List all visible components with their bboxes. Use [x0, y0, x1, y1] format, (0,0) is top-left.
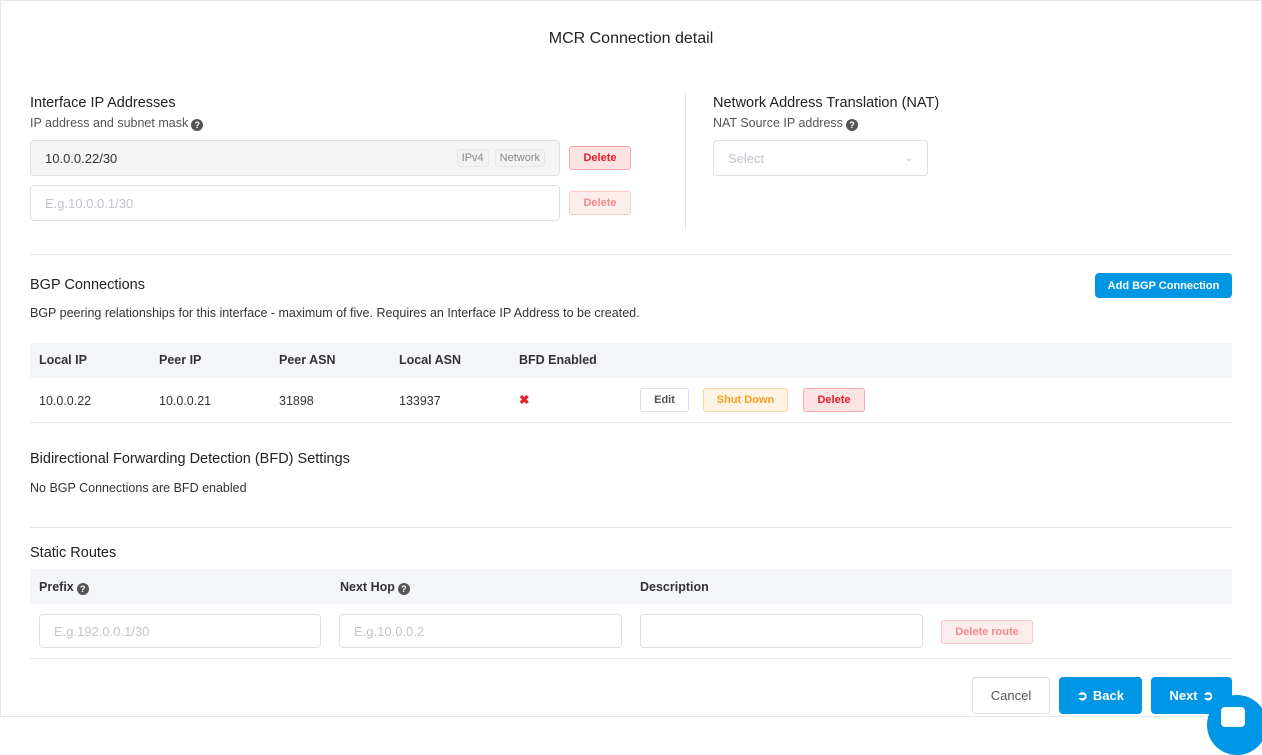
chevron-down-icon: ⌄	[904, 152, 913, 164]
new-ip-input[interactable]: E.g.10.0.0.1/30	[30, 185, 560, 221]
col-prefix: Prefix?	[39, 580, 89, 595]
help-icon[interactable]: ?	[76, 583, 89, 595]
table-row: 10.0.0.22 10.0.0.21 31898 133937 ✖ Edit …	[30, 378, 1232, 423]
cancel-button[interactable]: Cancel	[972, 677, 1050, 714]
bfd-heading: Bidirectional Forwarding Detection (BFD)…	[30, 451, 350, 467]
edit-button[interactable]: Edit	[640, 388, 689, 412]
interface-heading: Interface IP Addresses	[30, 95, 176, 111]
delete-ip-button[interactable]: Delete	[569, 146, 631, 170]
static-table-header: Prefix? Next Hop? Description	[30, 569, 1232, 604]
add-bgp-connection-button[interactable]: Add BGP Connection	[1095, 273, 1232, 298]
ipv4-tag: IPv4	[456, 149, 489, 167]
shut-down-button[interactable]: Shut Down	[703, 388, 788, 412]
back-label: Back	[1092, 688, 1124, 703]
col-peer-asn: Peer ASN	[279, 353, 336, 367]
col-local-ip: Local IP	[39, 353, 87, 367]
interface-sub-label: IP address and subnet mask	[30, 116, 189, 130]
static-routes-heading: Static Routes	[30, 545, 117, 561]
delete-route-button[interactable]: Delete route	[941, 620, 1033, 644]
nat-select[interactable]: Select ⌄	[713, 140, 928, 176]
arrow-right-circle-icon: ➲	[1202, 687, 1214, 703]
arrow-left-circle-icon: ➲	[1077, 687, 1088, 703]
chat-widget-button[interactable]	[1207, 695, 1262, 755]
description-input[interactable]	[640, 614, 923, 648]
page-title: MCR Connection detail	[548, 30, 714, 47]
next-hop-input[interactable]: E.g.10.0.0.2	[339, 614, 622, 648]
bfd-text: No BGP Connections are BFD enabled	[30, 481, 247, 495]
next-label: Next	[1169, 688, 1198, 703]
nat-sub-label: NAT Source IP address	[713, 116, 843, 130]
col-next-hop-label: Next Hop	[340, 580, 395, 594]
interface-sub: IP address and subnet mask?	[30, 116, 204, 131]
col-prefix-label: Prefix	[39, 580, 74, 594]
help-icon[interactable]: ?	[191, 119, 204, 131]
local-asn: 133937	[399, 394, 441, 408]
bgp-description: BGP peering relationships for this inter…	[30, 306, 640, 320]
help-icon[interactable]: ?	[397, 583, 410, 595]
delete-bgp-button[interactable]: Delete	[803, 388, 865, 412]
back-button[interactable]: ➲ Back	[1059, 677, 1142, 714]
divider	[30, 254, 1232, 255]
bgp-table-header: Local IP Peer IP Peer ASN Local ASN BFD …	[30, 343, 1232, 378]
interface-ip-value: 10.0.0.22/30	[45, 150, 118, 166]
divider	[685, 93, 686, 230]
delete-new-ip-button[interactable]: Delete	[569, 191, 631, 215]
network-tag: Network	[494, 149, 545, 167]
divider	[30, 527, 1232, 528]
peer-asn: 31898	[279, 394, 314, 408]
nat-select-placeholder: Select	[728, 150, 765, 166]
new-ip-placeholder: E.g.10.0.0.1/30	[45, 195, 134, 211]
prefix-placeholder: E.g.192.0.0.1/30	[54, 623, 150, 639]
interface-ip-input[interactable]: 10.0.0.22/30 IPv4 Network	[30, 140, 560, 176]
col-peer-ip: Peer IP	[159, 353, 202, 367]
nat-sub: NAT Source IP address?	[713, 116, 858, 131]
chat-icon	[1221, 707, 1245, 727]
help-icon[interactable]: ?	[845, 119, 858, 131]
next-hop-placeholder: E.g.10.0.0.2	[354, 623, 425, 639]
nat-heading: Network Address Translation (NAT)	[713, 95, 940, 111]
col-description: Description	[640, 580, 709, 594]
bgp-heading: BGP Connections	[30, 277, 145, 293]
peer-ip: 10.0.0.21	[159, 394, 212, 408]
divider	[30, 658, 1232, 659]
col-next-hop: Next Hop?	[340, 580, 410, 595]
local-ip: 10.0.0.22	[39, 394, 92, 408]
col-local-asn: Local ASN	[399, 353, 462, 367]
col-bfd: BFD Enabled	[519, 353, 597, 367]
prefix-input[interactable]: E.g.192.0.0.1/30	[39, 614, 321, 648]
bfd-disabled-icon: ✖	[519, 393, 530, 407]
